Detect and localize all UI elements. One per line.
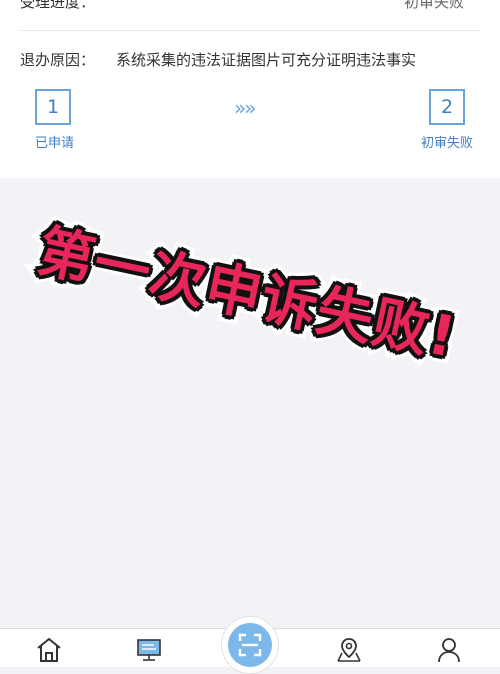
- step-2-box: 2: [429, 89, 465, 125]
- service-icon: [137, 639, 161, 661]
- progress-label: 受理进度：: [20, 0, 96, 11]
- divider: [20, 30, 480, 31]
- progress-value: 初审失败: [403, 0, 464, 11]
- reason-value: 系统采集的违法证据图片可充分证明违法事实: [116, 51, 417, 69]
- home-icon: [37, 638, 61, 662]
- reason-row: 退办原因： 系统采集的违法证据图片可充分证明违法事实: [20, 49, 480, 73]
- scan-icon: [238, 633, 262, 657]
- reason-label: 退办原因：: [20, 51, 96, 69]
- tab-map[interactable]: [334, 635, 364, 663]
- scan-button[interactable]: [221, 616, 279, 674]
- user-icon: [438, 638, 460, 663]
- tab-home[interactable]: [34, 635, 64, 663]
- scan-icon-wrap: [228, 623, 272, 667]
- step-1-box: 1: [35, 89, 71, 125]
- overlay-caption: 第一次申诉失败!: [31, 217, 464, 372]
- step-1-label: 已申请: [35, 136, 75, 151]
- map-pin-icon: [337, 638, 361, 662]
- tab-service[interactable]: [134, 635, 164, 663]
- progress-row: 受理进度： 初审失败: [20, 0, 480, 15]
- appeal-record-card: 受理进度： 初审失败 退办原因： 系统采集的违法证据图片可充分证明违法事实 1 …: [0, 0, 500, 178]
- double-chevron-right-icon: »»: [234, 96, 257, 120]
- step-2-label: 初审失败: [421, 136, 474, 151]
- tab-user[interactable]: [434, 635, 464, 663]
